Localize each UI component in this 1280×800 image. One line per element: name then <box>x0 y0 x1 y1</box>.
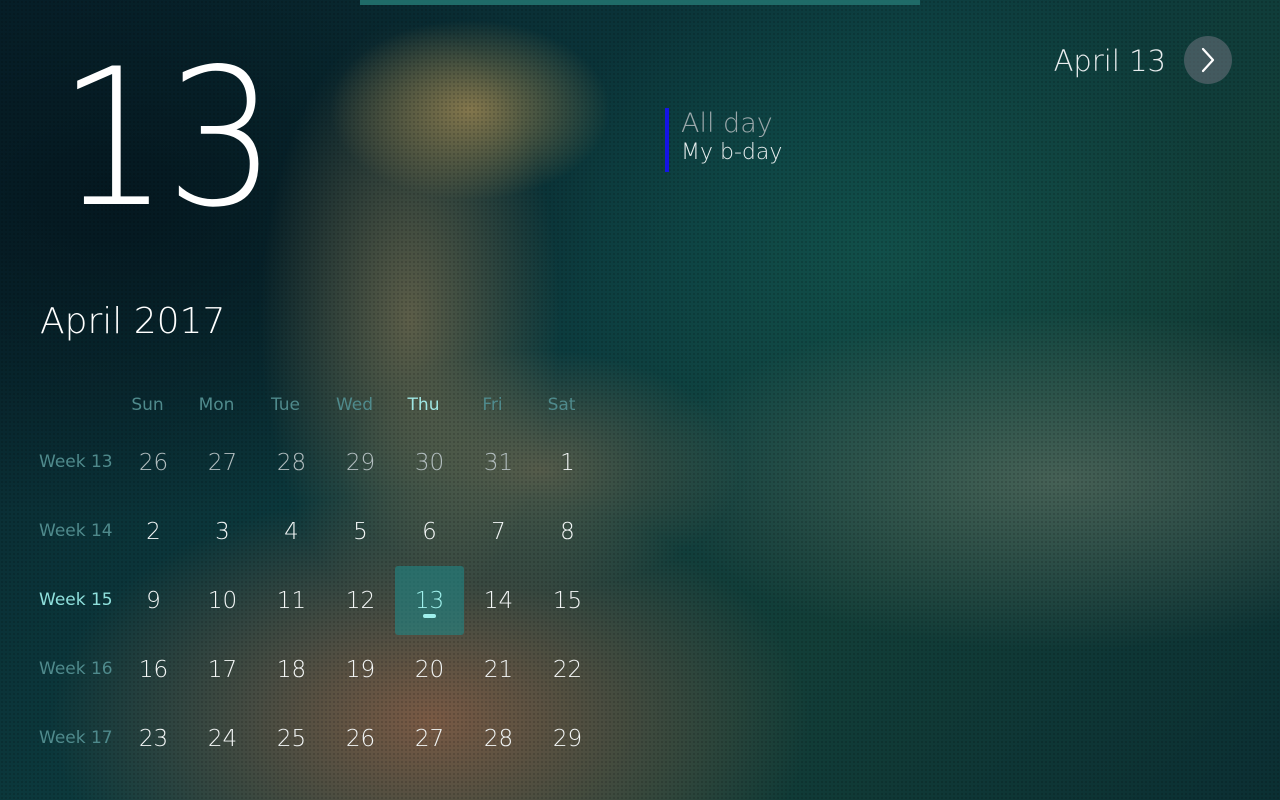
event-indicator <box>423 614 436 618</box>
day-number: 21 <box>483 656 514 683</box>
day-number: 29 <box>552 725 583 752</box>
calendar-day[interactable]: 28 <box>464 704 533 773</box>
calendar-day[interactable]: 9 <box>119 566 188 635</box>
calendar-day[interactable]: 30 <box>395 428 464 497</box>
day-number: 25 <box>276 725 307 752</box>
day-number: 18 <box>276 656 307 683</box>
day-number: 30 <box>414 449 445 476</box>
day-number: 27 <box>207 449 238 476</box>
week-number-label: Week 17 <box>39 728 113 748</box>
day-number: 11 <box>276 587 307 614</box>
day-number: 27 <box>414 725 445 752</box>
calendar-day[interactable]: 10 <box>188 566 257 635</box>
day-number: 12 <box>345 587 376 614</box>
week-number-label: Week 14 <box>39 521 113 541</box>
calendar-day[interactable]: 25 <box>257 704 326 773</box>
calendar-day[interactable]: 28 <box>257 428 326 497</box>
event-title: My b-day <box>681 140 783 165</box>
day-number: 2 <box>146 518 161 545</box>
chevron-right-icon <box>1201 47 1215 73</box>
calendar-day[interactable]: 29 <box>533 704 602 773</box>
calendar-day-selected[interactable]: 13 <box>395 566 464 635</box>
event-time: All day <box>681 108 773 139</box>
calendar-day[interactable]: 15 <box>533 566 602 635</box>
calendar-day[interactable]: 18 <box>257 635 326 704</box>
calendar-day[interactable]: 22 <box>533 635 602 704</box>
calendar-day[interactable]: 4 <box>257 497 326 566</box>
day-number: 15 <box>552 587 583 614</box>
calendar-day[interactable]: 21 <box>464 635 533 704</box>
calendar-day[interactable]: 5 <box>326 497 395 566</box>
calendar-day[interactable]: 8 <box>533 497 602 566</box>
calendar-day[interactable]: 6 <box>395 497 464 566</box>
calendar-day[interactable]: 1 <box>533 428 602 497</box>
calendar-day[interactable]: 17 <box>188 635 257 704</box>
calendar-day[interactable]: 24 <box>188 704 257 773</box>
calendar-day[interactable]: 2 <box>119 497 188 566</box>
day-number: 20 <box>414 656 445 683</box>
day-number: 17 <box>207 656 238 683</box>
calendar-day[interactable]: 26 <box>326 704 395 773</box>
week-number-label: Week 15 <box>39 590 113 610</box>
weekday-header: Tue <box>270 395 301 415</box>
weekday-header: Sun <box>131 395 164 415</box>
weekday-header: Thu <box>407 395 440 415</box>
day-number: 5 <box>353 518 368 545</box>
day-number: 13 <box>414 587 445 614</box>
day-number: 1 <box>560 449 575 476</box>
calendar-day[interactable]: 20 <box>395 635 464 704</box>
calendar-day[interactable]: 31 <box>464 428 533 497</box>
calendar-day[interactable]: 27 <box>188 428 257 497</box>
calendar-day[interactable]: 27 <box>395 704 464 773</box>
day-number: 31 <box>483 449 514 476</box>
weekday-header: Fri <box>482 395 503 415</box>
day-number: 26 <box>345 725 376 752</box>
calendar-day[interactable]: 29 <box>326 428 395 497</box>
day-number: 7 <box>491 518 506 545</box>
calendar-day[interactable]: 12 <box>326 566 395 635</box>
calendar-day[interactable]: 26 <box>119 428 188 497</box>
week-number-label: Week 16 <box>39 659 113 679</box>
day-number: 3 <box>215 518 230 545</box>
day-number: 19 <box>345 656 376 683</box>
weekday-header: Mon <box>198 395 235 415</box>
day-number: 23 <box>138 725 169 752</box>
calendar-day[interactable]: 14 <box>464 566 533 635</box>
day-number: 24 <box>207 725 238 752</box>
calendar-day[interactable]: 16 <box>119 635 188 704</box>
selected-day-number: 13 <box>58 28 277 249</box>
pulley-indicator[interactable] <box>360 0 920 5</box>
day-number: 16 <box>138 656 169 683</box>
day-number: 28 <box>483 725 514 752</box>
day-number: 10 <box>207 587 238 614</box>
day-number: 8 <box>560 518 575 545</box>
day-number: 9 <box>146 587 161 614</box>
day-number: 26 <box>138 449 169 476</box>
calendar-day[interactable]: 3 <box>188 497 257 566</box>
event-item[interactable]: All day My b-day <box>665 108 782 172</box>
day-number: 4 <box>284 518 299 545</box>
day-number: 14 <box>483 587 514 614</box>
calendar-day[interactable]: 23 <box>119 704 188 773</box>
day-number: 29 <box>345 449 376 476</box>
month-title: April 2017 <box>40 301 226 342</box>
weekday-header: Wed <box>335 395 374 415</box>
next-date-label[interactable]: April 13 <box>1054 43 1166 79</box>
week-number-label: Week 13 <box>39 452 113 472</box>
next-day-button[interactable] <box>1184 36 1232 84</box>
day-number: 28 <box>276 449 307 476</box>
calendar-day[interactable]: 11 <box>257 566 326 635</box>
calendar-day[interactable]: 7 <box>464 497 533 566</box>
calendar-day[interactable]: 19 <box>326 635 395 704</box>
day-number: 22 <box>552 656 583 683</box>
day-number: 6 <box>422 518 437 545</box>
weekday-header: Sat <box>547 395 576 415</box>
